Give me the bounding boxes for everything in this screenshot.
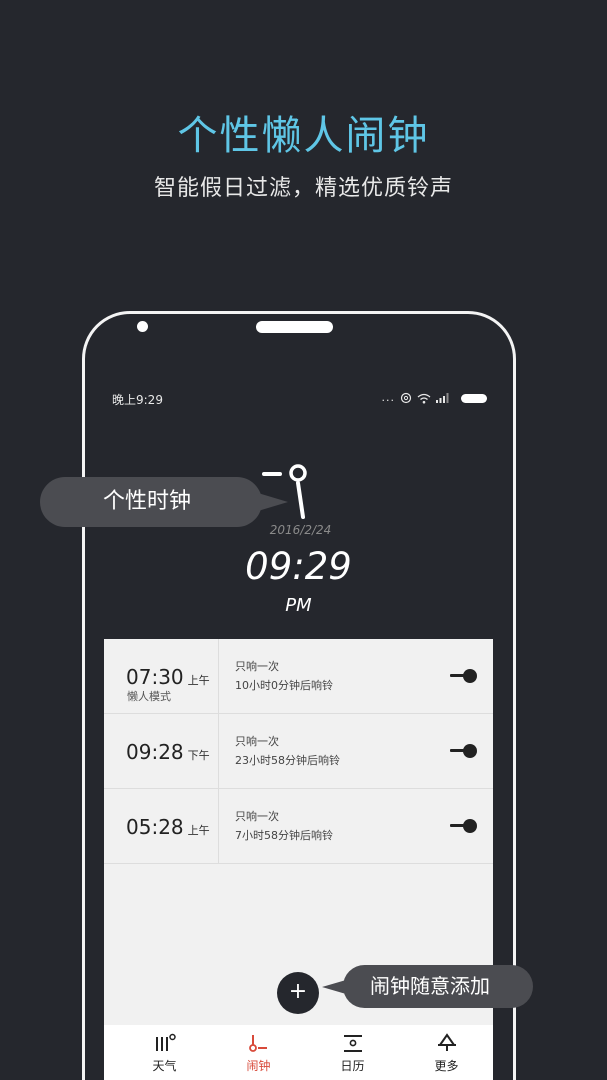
wifi-icon xyxy=(417,393,431,403)
alarm-toggle[interactable] xyxy=(450,669,478,683)
add-alarm-button[interactable]: + xyxy=(277,972,319,1014)
tab-label: 天气 xyxy=(152,1059,177,1073)
alarm-ampm: 下午 xyxy=(187,749,210,762)
phone-speaker xyxy=(256,321,333,333)
bottom-tab-bar: 天气 闹钟 日历 更多 xyxy=(104,1025,493,1080)
tab-label: 闹钟 xyxy=(246,1059,271,1073)
alarm-remaining: 23小时58分钟后响铃 xyxy=(235,754,340,767)
alarm-ampm: 上午 xyxy=(187,674,210,687)
more-dots-icon: ... xyxy=(381,391,395,404)
tab-calendar[interactable]: 日历 xyxy=(304,1025,401,1080)
alarm-repeat: 只响一次 xyxy=(235,735,279,748)
alarm-clock-icon xyxy=(249,1035,267,1052)
clock-time: 09:29 xyxy=(245,545,352,588)
alarm-time-cell: 05:28 上午 xyxy=(104,789,219,864)
alarm-repeat: 只响一次 xyxy=(235,660,279,673)
alarm-remaining: 7小时58分钟后响铃 xyxy=(235,829,333,842)
status-bar: 晚上9:29 ... xyxy=(104,383,493,413)
weather-icon xyxy=(156,1033,176,1051)
more-icon xyxy=(438,1033,456,1051)
phone-camera xyxy=(137,321,148,332)
clock-ampm: PM xyxy=(285,595,312,616)
alarm-row[interactable]: 07:30 上午 懒人模式 只响一次 10小时0分钟后响铃 xyxy=(104,639,493,714)
alarm-row[interactable]: 09:28 下午 只响一次 23小时58分钟后响铃 xyxy=(104,714,493,789)
battery-icon xyxy=(461,393,487,403)
promo-subtitle: 智能假日过滤，精选优质铃声 xyxy=(153,176,453,201)
tab-label: 更多 xyxy=(434,1059,459,1073)
alarm-toggle[interactable] xyxy=(450,744,478,758)
clock-hands-icon xyxy=(262,464,307,519)
alarm-time-cell: 07:30 上午 懒人模式 xyxy=(104,639,219,714)
promo-title: 个性懒人闹钟 xyxy=(177,113,430,159)
alarm-repeat: 只响一次 xyxy=(235,810,279,823)
signal-icon xyxy=(436,393,449,403)
alarm-time: 07:30 上午 xyxy=(126,665,210,689)
alarm-mode: 懒人模式 xyxy=(127,690,171,703)
alarm-time-cell: 09:28 下午 xyxy=(104,714,219,789)
alarm-row[interactable]: 05:28 上午 只响一次 7小时58分钟后响铃 xyxy=(104,789,493,864)
calendar-icon xyxy=(344,1035,362,1052)
tab-alarm[interactable]: 闹钟 xyxy=(210,1025,307,1080)
tab-more[interactable]: 更多 xyxy=(398,1025,493,1080)
callout-tail xyxy=(322,980,346,994)
alarm-time: 09:28 下午 xyxy=(126,740,210,764)
alarm-time: 05:28 上午 xyxy=(126,815,210,839)
tab-label: 日历 xyxy=(340,1059,365,1073)
alarm-icon xyxy=(400,392,412,404)
status-time: 晚上9:29 xyxy=(112,393,163,407)
status-icons: ... xyxy=(381,391,487,405)
alarm-ampm: 上午 xyxy=(187,824,210,837)
tab-weather[interactable]: 天气 xyxy=(116,1025,213,1080)
callout-add-alarm: 闹钟随意添加 xyxy=(343,965,533,1008)
callout-personal-clock: 个性时钟 xyxy=(40,477,262,527)
alarm-toggle[interactable] xyxy=(450,819,478,833)
alarm-remaining: 10小时0分钟后响铃 xyxy=(235,679,333,692)
callout-tail xyxy=(258,493,288,511)
